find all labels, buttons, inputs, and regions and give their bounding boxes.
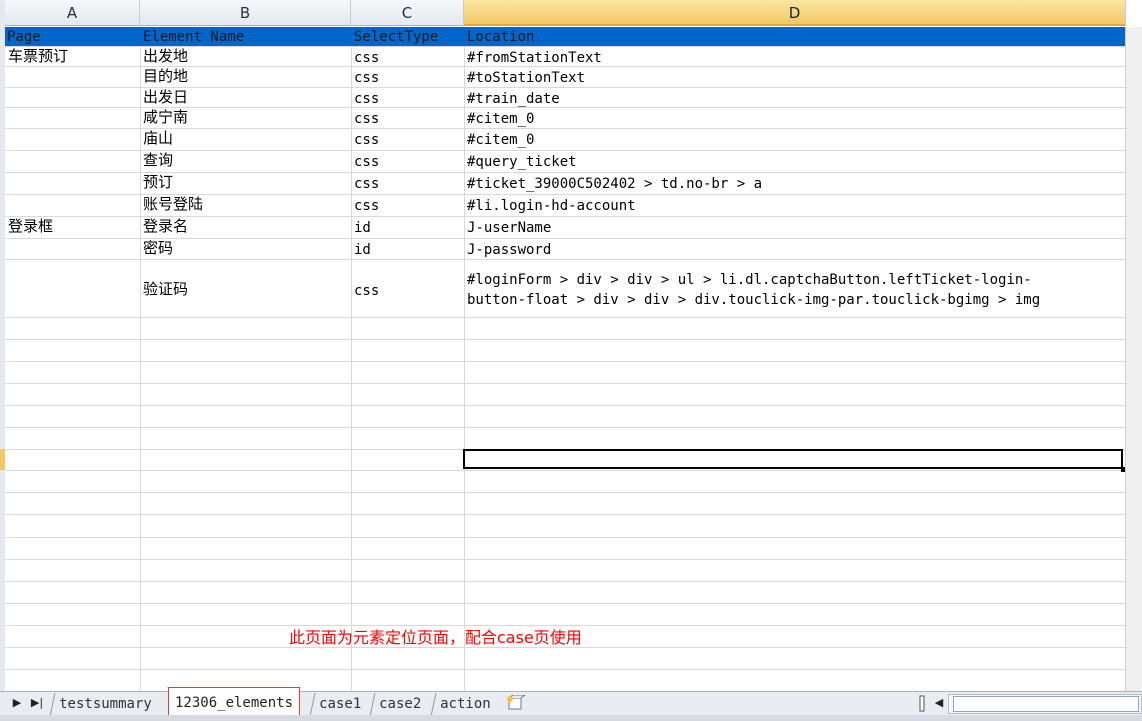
cell-location[interactable]: #ticket_39000C502402 > td.no-br > a	[467, 174, 762, 194]
row-gridline	[5, 603, 1126, 604]
row-gridline	[5, 559, 1126, 560]
cell-element-name[interactable]: 密码	[143, 238, 173, 258]
row-gridline	[5, 150, 1126, 151]
row-gridline	[5, 514, 1126, 515]
tab-label: case1	[319, 696, 362, 712]
tab-label: 12306_elements	[175, 695, 294, 711]
cell-select-type[interactable]: css	[354, 109, 379, 129]
cell-location-line2[interactable]: button-float > div > div > div.touclick-…	[467, 290, 1040, 310]
tab-label: action	[440, 696, 491, 712]
split-box-handle[interactable]	[917, 695, 927, 713]
row-gridline	[5, 259, 1126, 260]
row-gridline	[5, 405, 1126, 406]
cell-location[interactable]: #toStationText	[467, 68, 585, 88]
cell-element-name[interactable]: 咸宁南	[143, 107, 188, 127]
header-element-name[interactable]: Element Name	[143, 27, 244, 47]
sheet-tab-12306-elements[interactable]: 12306_elements	[168, 687, 301, 716]
cell-select-type[interactable]: css	[354, 174, 379, 194]
column-header-c[interactable]: C	[351, 0, 464, 26]
sheet-tab-action[interactable]: action	[430, 693, 500, 716]
cell-location[interactable]: J-userName	[467, 218, 551, 238]
row-gridline	[5, 581, 1126, 582]
cell-select-type[interactable]: css	[354, 196, 379, 216]
spreadsheet: A B C D Page Element Name SelectType Loc…	[0, 0, 1142, 721]
column-gridline	[351, 27, 352, 691]
cell-location[interactable]: #fromStationText	[467, 48, 602, 68]
row-gridline	[5, 537, 1126, 538]
cell-select-type[interactable]: id	[354, 240, 371, 260]
cell-element-name[interactable]: 查询	[143, 150, 173, 170]
header-location[interactable]: Location	[467, 27, 534, 47]
cell-select-type[interactable]: css	[354, 68, 379, 88]
row-gridline	[5, 172, 1126, 173]
cell-element-name[interactable]: 账号登陆	[143, 194, 203, 214]
tab-label: testsummary	[59, 696, 152, 712]
row-gridline	[5, 383, 1126, 384]
cell-page[interactable]: 登录框	[8, 216, 53, 236]
cell-select-type[interactable]: css	[354, 48, 379, 68]
cell-element-name[interactable]: 庙山	[143, 128, 173, 148]
row-gridline	[5, 361, 1126, 362]
horizontal-scrollbar[interactable]	[948, 694, 1142, 714]
active-cell-selection[interactable]	[463, 449, 1126, 472]
insert-sheet-icon[interactable]	[505, 694, 527, 711]
cell-location[interactable]: #query_ticket	[467, 152, 577, 172]
row-gridline	[5, 492, 1126, 493]
row-gridline	[5, 317, 1126, 318]
column-gridline	[140, 27, 141, 691]
vertical-scrollbar[interactable]	[1125, 27, 1142, 691]
scroll-left-icon[interactable]: ◀	[932, 692, 946, 714]
cell-select-type[interactable]: css	[354, 130, 379, 150]
sheet-tab-testsummary[interactable]: testsummary	[49, 693, 161, 716]
status-strip	[0, 715, 1142, 721]
row-header-gutter[interactable]	[0, 27, 5, 691]
cell-element-name[interactable]: 出发地	[143, 46, 188, 66]
row-gridline	[5, 427, 1126, 428]
cell-element-name[interactable]: 验证码	[143, 279, 188, 299]
cell-element-name[interactable]: 目的地	[143, 66, 188, 86]
sheet-tab-case1[interactable]: case1	[309, 693, 370, 716]
row-gridline	[5, 339, 1126, 340]
cell-select-type[interactable]: id	[354, 218, 371, 238]
horizontal-scroll-thumb[interactable]	[953, 696, 1139, 712]
header-select-type[interactable]: SelectType	[354, 27, 438, 47]
column-header-b[interactable]: B	[140, 0, 351, 26]
selected-row-marker	[0, 449, 5, 470]
last-sheet-icon[interactable]: ▶|	[30, 692, 44, 714]
sheet-tab-case2[interactable]: case2	[369, 693, 430, 716]
column-gridline	[464, 27, 465, 691]
row-gridline	[5, 238, 1126, 239]
cell-location[interactable]: #li.login-hd-account	[467, 196, 636, 216]
cell-element-name[interactable]: 出发日	[143, 87, 188, 107]
row-gridline	[5, 128, 1126, 129]
cell-location[interactable]: #citem_0	[467, 130, 534, 150]
cell-select-type[interactable]: css	[354, 281, 379, 301]
tab-label: case2	[379, 696, 422, 712]
cell-element-name[interactable]: 预订	[143, 172, 173, 192]
row-gridline	[5, 470, 1126, 471]
cell-select-type[interactable]: css	[354, 89, 379, 109]
cell-page[interactable]: 车票预订	[8, 46, 68, 66]
next-sheet-icon[interactable]: ▶	[10, 692, 24, 714]
header-page[interactable]: Page	[7, 27, 41, 47]
cell-location[interactable]: #train_date	[467, 89, 560, 109]
sheet-tab-bar: ▶ ▶| testsummary 12306_elements case1 ca…	[0, 687, 1142, 716]
cell-element-name[interactable]: 登录名	[143, 216, 188, 236]
cell-location-line1[interactable]: #loginForm > div > div > ul > li.dl.capt…	[467, 270, 1032, 290]
row-gridline	[5, 669, 1126, 670]
cell-select-type[interactable]: css	[354, 152, 379, 172]
sheet-note-text[interactable]: 此页面为元素定位页面，配合case页使用	[289, 624, 582, 648]
cell-location[interactable]: #citem_0	[467, 109, 534, 129]
column-header-d[interactable]: D	[464, 0, 1126, 26]
cell-location[interactable]: J-password	[467, 240, 551, 260]
column-header-a[interactable]: A	[5, 0, 140, 26]
